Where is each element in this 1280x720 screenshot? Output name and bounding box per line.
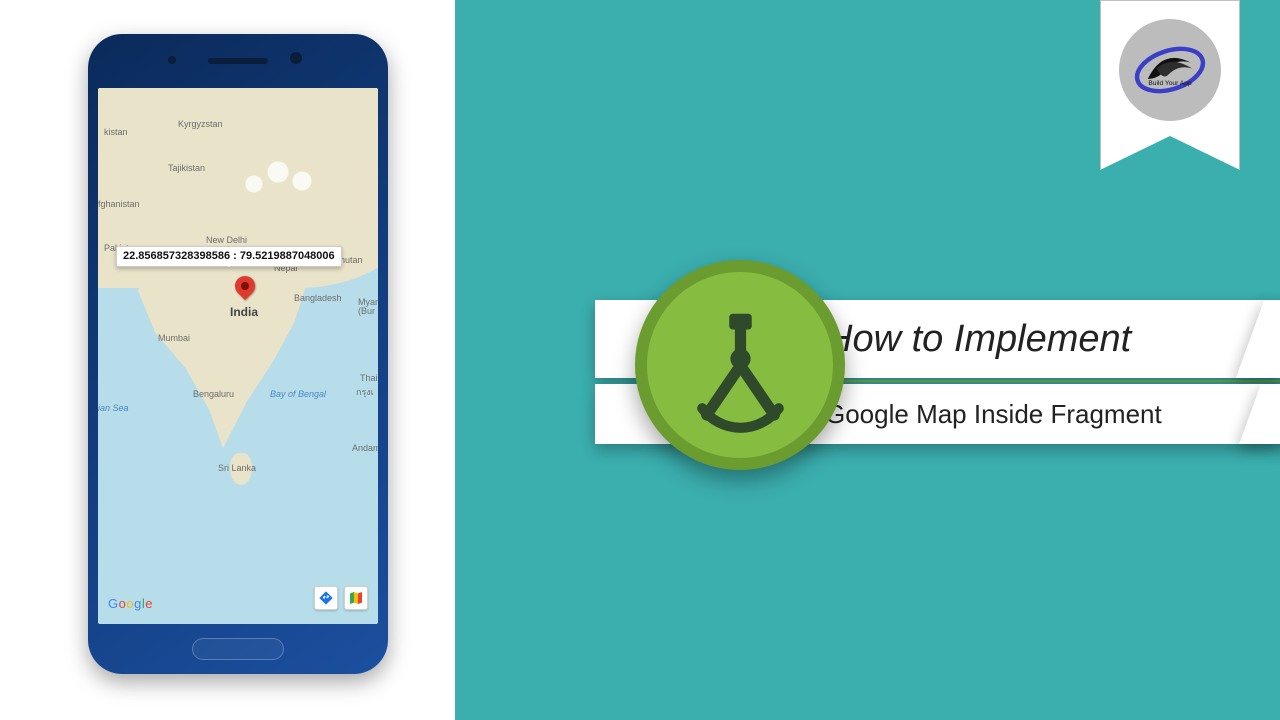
maps-icon bbox=[348, 590, 364, 606]
map-label: Bangladesh bbox=[294, 294, 342, 303]
map-pin-icon[interactable] bbox=[235, 276, 255, 304]
title-line-1-text: How to Implement bbox=[825, 318, 1131, 361]
phone-home-button bbox=[192, 638, 284, 660]
map-label: Andama bbox=[352, 444, 378, 453]
map-label: Thail bbox=[360, 374, 378, 383]
open-maps-button[interactable] bbox=[344, 586, 368, 610]
map-label: New Delhi bbox=[206, 236, 247, 245]
map-label: Kyrgyzstan bbox=[178, 120, 223, 129]
map-label: Myar (Bur bbox=[358, 298, 378, 316]
phone-speaker bbox=[208, 58, 268, 64]
brand-logo-icon: Build Your App bbox=[1133, 33, 1207, 107]
map-label: ian Sea bbox=[98, 404, 129, 413]
directions-icon bbox=[318, 590, 334, 606]
title-group: How to Implement Google Map Inside Fragm… bbox=[595, 300, 1280, 444]
map-label: Bengaluru bbox=[193, 390, 234, 399]
map-label: Mumbai bbox=[158, 334, 190, 343]
map-label: fghanistan bbox=[98, 200, 140, 209]
directions-button[interactable] bbox=[314, 586, 338, 610]
brand-text: Build Your App bbox=[1148, 80, 1192, 87]
brand-disc: Build Your App bbox=[1119, 19, 1221, 121]
map-label: Tajikistan bbox=[168, 164, 205, 173]
android-studio-icon bbox=[673, 298, 808, 433]
phone-device: kistan Kyrgyzstan Tajikistan fghanistan … bbox=[88, 34, 388, 674]
brand-ribbon: Build Your App bbox=[1100, 0, 1240, 170]
map-label: Sri Lanka bbox=[218, 464, 256, 473]
map-label: กรุงเ bbox=[356, 388, 374, 397]
right-panel: Build Your App How to Implement Google M… bbox=[455, 0, 1280, 720]
map-label: kistan bbox=[104, 128, 128, 137]
map-label: Bay of Bengal bbox=[270, 390, 326, 399]
title-line-2-text: Google Map Inside Fragment bbox=[825, 399, 1162, 430]
android-studio-badge bbox=[635, 260, 845, 470]
map-action-bar bbox=[314, 586, 368, 610]
left-panel: kistan Kyrgyzstan Tajikistan fghanistan … bbox=[0, 0, 455, 720]
phone-camera bbox=[290, 52, 302, 64]
map-info-window[interactable]: 22.856857328398586 : 79.5219887048006 bbox=[116, 246, 342, 267]
map-screen[interactable]: kistan Kyrgyzstan Tajikistan fghanistan … bbox=[98, 88, 378, 624]
google-watermark: Google bbox=[108, 597, 153, 610]
map-pin-label: India bbox=[230, 306, 258, 318]
map-mountains bbox=[218, 148, 338, 208]
phone-sensor bbox=[168, 56, 176, 64]
